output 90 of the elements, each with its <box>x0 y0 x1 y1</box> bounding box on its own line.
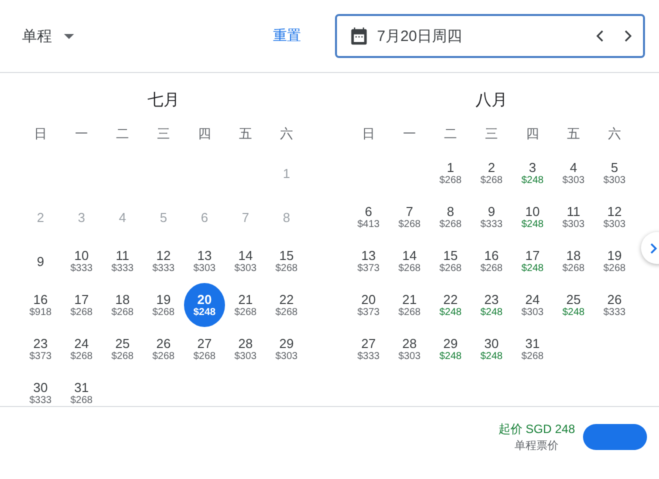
calendar-day[interactable]: 8 $268 <box>430 195 471 239</box>
calendar-day[interactable]: 9 $333 <box>471 195 512 239</box>
calendar-day[interactable]: 4 $303 <box>553 151 594 195</box>
calendar-day[interactable]: 6 $413 <box>348 195 389 239</box>
weekday-label: 一 <box>74 125 89 143</box>
chevron-left-icon[interactable] <box>595 29 605 43</box>
calendar-day[interactable]: 31 $268 <box>61 371 102 415</box>
weekday-label: 三 <box>156 125 171 143</box>
calendar-day: 1 <box>266 151 307 195</box>
calendar-day[interactable]: 20 $248 <box>184 283 225 327</box>
calendar-day[interactable]: 26 $333 <box>594 283 635 327</box>
calendar-day[interactable]: 23 $248 <box>471 283 512 327</box>
weekday-label: 五 <box>566 125 581 143</box>
caret-icon <box>64 34 74 38</box>
calendar-day[interactable]: 23 $373 <box>20 327 61 371</box>
calendar-day[interactable]: 10 $248 <box>512 195 553 239</box>
calendar-day[interactable]: 14 $303 <box>225 239 266 283</box>
calendar-day[interactable]: 12 $303 <box>594 195 635 239</box>
calendar-day[interactable]: 18 $268 <box>553 239 594 283</box>
calendar-day: 7 <box>225 195 266 239</box>
calendar-day[interactable]: 13 $373 <box>348 239 389 283</box>
weekday-label: 日 <box>33 125 48 143</box>
calendar-day[interactable]: 17 $248 <box>512 239 553 283</box>
chevron-right-icon <box>649 242 658 254</box>
weekday-label: 四 <box>525 125 540 143</box>
calendar-day[interactable]: 30 $248 <box>471 327 512 371</box>
calendar-day[interactable]: 10 $333 <box>61 239 102 283</box>
calendar-day[interactable]: 18 $268 <box>102 283 143 327</box>
calendar-day[interactable]: 22 $248 <box>430 283 471 327</box>
calendar-day: 2 <box>20 195 61 239</box>
calendar-day[interactable]: 26 $268 <box>143 327 184 371</box>
calendar-day[interactable]: 24 $268 <box>61 327 102 371</box>
calendar-day[interactable]: 30 $333 <box>20 371 61 415</box>
calendar-day[interactable]: 29 $303 <box>266 327 307 371</box>
calendar-day: 6 <box>184 195 225 239</box>
calendar-day[interactable]: 3 $248 <box>512 151 553 195</box>
calendar-day[interactable]: 16 $918 <box>20 283 61 327</box>
calendar-day[interactable]: 25 $268 <box>102 327 143 371</box>
date-field[interactable]: 7月20日周四 <box>335 14 645 58</box>
calendar-day[interactable]: 15 $268 <box>430 239 471 283</box>
calendar-day[interactable]: 14 $268 <box>389 239 430 283</box>
calendar-day[interactable]: 15 $268 <box>266 239 307 283</box>
calendar-day[interactable]: 28 $303 <box>225 327 266 371</box>
calendar-day[interactable]: 19 $268 <box>143 283 184 327</box>
calendar-day[interactable]: 9 <box>20 239 61 283</box>
calendar-day[interactable]: 29 $248 <box>430 327 471 371</box>
calendar-day[interactable]: 1 $268 <box>430 151 471 195</box>
calendar-day[interactable]: 11 $303 <box>553 195 594 239</box>
calendar-day[interactable]: 7 $268 <box>389 195 430 239</box>
month-title: 七月 <box>148 90 180 111</box>
calendar-day[interactable]: 13 $303 <box>184 239 225 283</box>
weekday-label: 四 <box>197 125 212 143</box>
calendar-day[interactable]: 19 $268 <box>594 239 635 283</box>
chevron-right-icon[interactable] <box>623 29 633 43</box>
calendar-day[interactable]: 27 $268 <box>184 327 225 371</box>
calendar-day[interactable]: 21 $268 <box>389 283 430 327</box>
trip-type-dropdown[interactable]: 单程 <box>12 20 84 52</box>
calendar-day[interactable]: 16 $268 <box>471 239 512 283</box>
calendar-day[interactable]: 28 $303 <box>389 327 430 371</box>
calendar-day[interactable]: 27 $333 <box>348 327 389 371</box>
weekday-label: 二 <box>443 125 458 143</box>
weekday-label: 五 <box>238 125 253 143</box>
calendar-day[interactable]: 25 $248 <box>553 283 594 327</box>
calendar-day[interactable]: 17 $268 <box>61 283 102 327</box>
calendar-day[interactable]: 21 $268 <box>225 283 266 327</box>
starting-price: 起价 SGD 248 <box>498 421 575 438</box>
calendar-day[interactable]: 12 $333 <box>143 239 184 283</box>
calendar-day: 3 <box>61 195 102 239</box>
calendar-day[interactable]: 5 $303 <box>594 151 635 195</box>
weekday-label: 六 <box>607 125 622 143</box>
calendar-day: 5 <box>143 195 184 239</box>
calendar-day[interactable]: 31 $268 <box>512 327 553 371</box>
calendar-day[interactable]: 2 $268 <box>471 151 512 195</box>
weekday-label: 二 <box>115 125 130 143</box>
calendar-day[interactable]: 22 $268 <box>266 283 307 327</box>
weekday-label: 日 <box>361 125 376 143</box>
calendar-day[interactable]: 20 $373 <box>348 283 389 327</box>
date-value: 7月20日周四 <box>377 26 462 46</box>
done-button[interactable] <box>583 424 647 450</box>
calendar-day: 8 <box>266 195 307 239</box>
price-note: 单程票价 <box>514 439 559 453</box>
month-title: 八月 <box>476 91 508 111</box>
calendar-icon <box>351 27 367 45</box>
calendar-day[interactable]: 11 $333 <box>102 239 143 283</box>
calendar-day[interactable]: 24 $303 <box>512 283 553 327</box>
calendar-day: 4 <box>102 195 143 239</box>
weekday-label: 六 <box>279 125 294 143</box>
reset-link[interactable]: 重置 <box>273 23 301 49</box>
weekday-label: 三 <box>484 125 499 143</box>
weekday-label: 一 <box>402 125 417 143</box>
